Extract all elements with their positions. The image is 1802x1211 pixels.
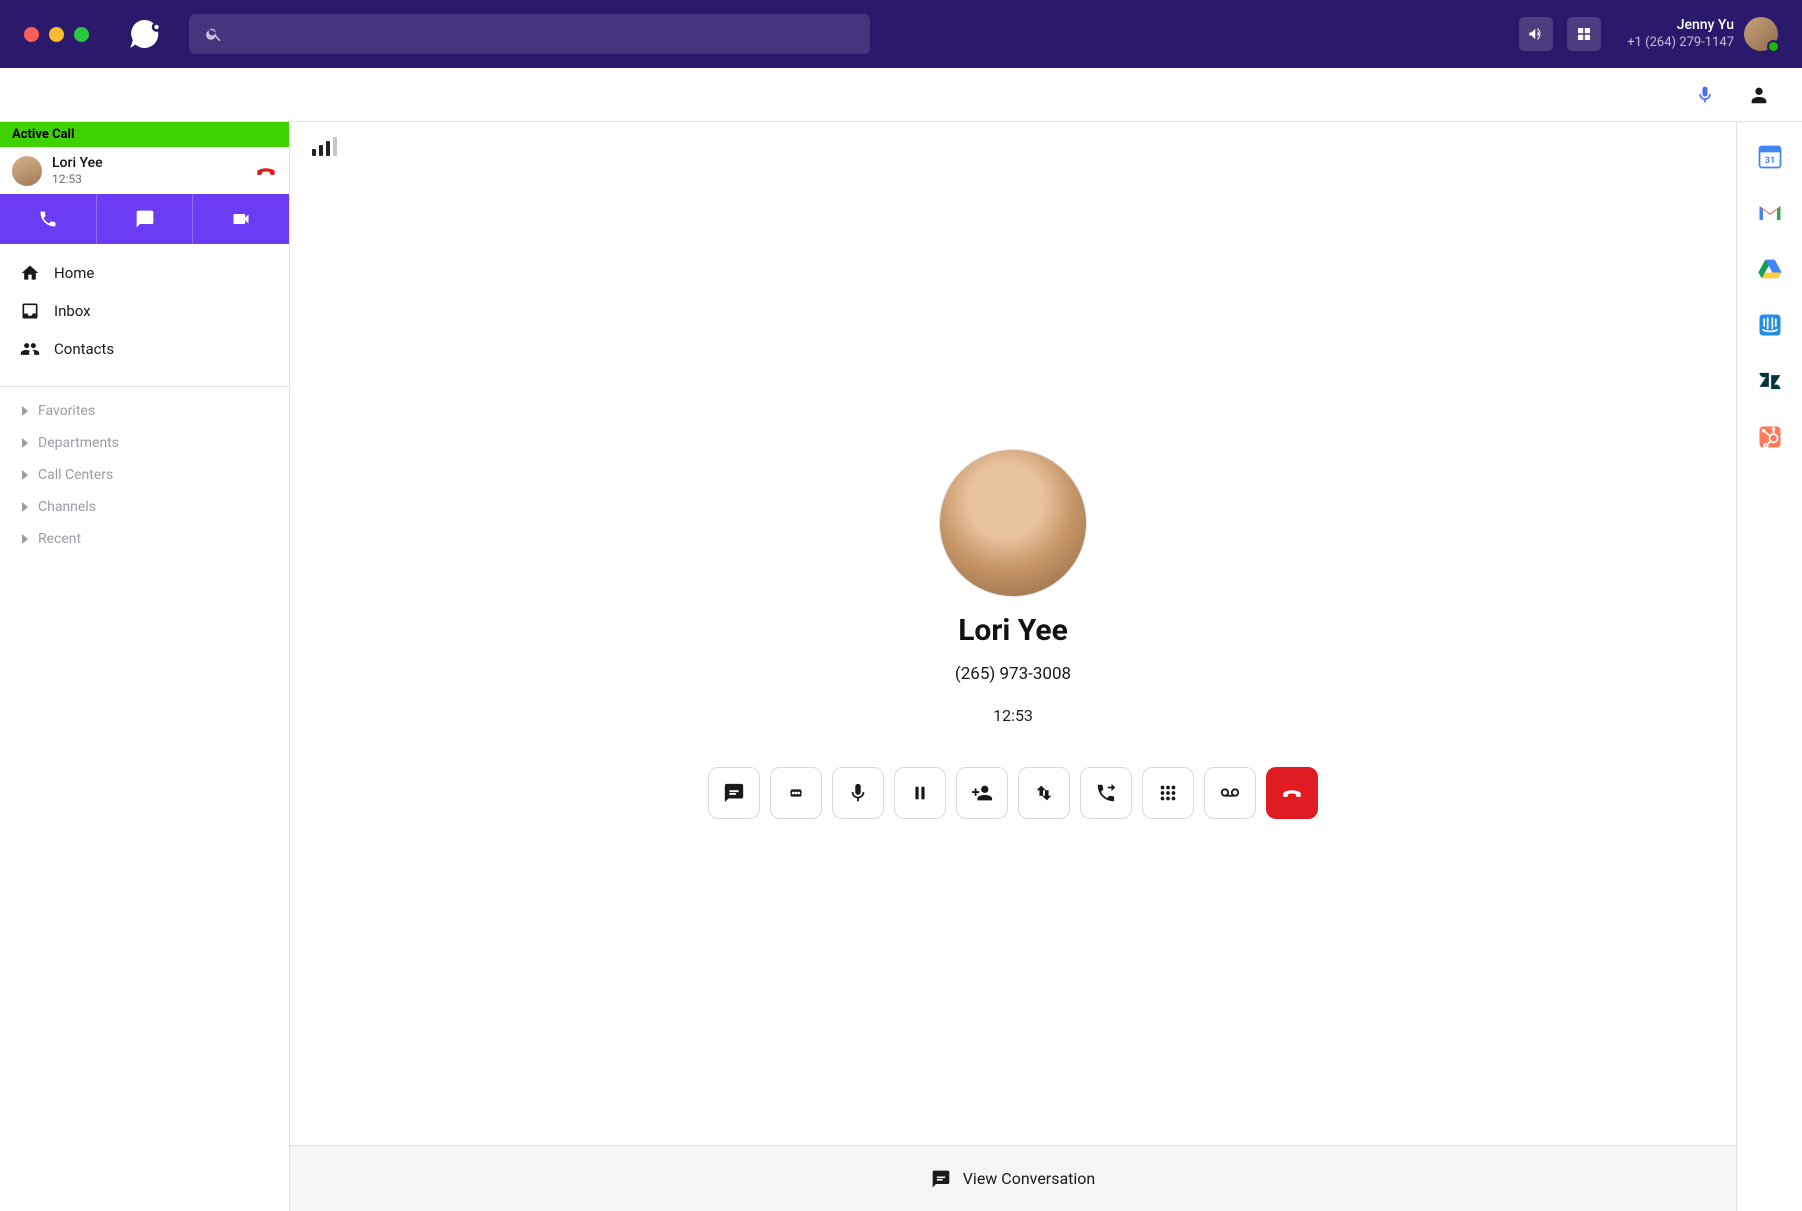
window-minimize[interactable]: [49, 27, 64, 42]
nav-home-label: Home: [54, 264, 94, 282]
transfer-icon: [1033, 782, 1055, 804]
nav-home[interactable]: Home: [0, 254, 289, 292]
voicemail-button[interactable]: [1204, 767, 1256, 819]
google-calendar-icon: 31: [1756, 143, 1784, 171]
mic-icon: [847, 782, 869, 804]
caret-right-icon: [22, 438, 28, 448]
integrations-rail: 31: [1736, 122, 1802, 1211]
google-drive-icon: [1756, 255, 1784, 283]
chat-icon: [931, 1169, 951, 1189]
titlebar: Jenny Yu +1 (264) 279-1147: [0, 0, 1802, 68]
nav-contacts-label: Contacts: [54, 340, 114, 358]
intercom-icon: [1756, 311, 1784, 339]
sidebar: Active Call Lori Yee 12:53 Home: [0, 122, 290, 1211]
person-add-icon: [971, 782, 993, 804]
nav-contacts[interactable]: Contacts: [0, 330, 289, 368]
record-icon: [785, 782, 807, 804]
integration-hubspot[interactable]: [1755, 422, 1785, 452]
svg-text:31: 31: [1764, 155, 1775, 166]
gmail-icon: [1756, 199, 1784, 227]
dialpad-button[interactable]: [1142, 767, 1194, 819]
apps-button[interactable]: [1567, 17, 1601, 51]
integration-gmail[interactable]: [1755, 198, 1785, 228]
search-input[interactable]: [233, 24, 854, 44]
integration-google-drive[interactable]: [1755, 254, 1785, 284]
section-call-centers[interactable]: Call Centers: [0, 459, 289, 491]
search-bar[interactable]: [189, 14, 870, 54]
hold-button[interactable]: [894, 767, 946, 819]
chat-button[interactable]: [708, 767, 760, 819]
caret-right-icon: [22, 534, 28, 544]
sidebar-action-row: [0, 194, 289, 244]
add-participant-button[interactable]: [956, 767, 1008, 819]
record-button[interactable]: [770, 767, 822, 819]
window-controls: [24, 27, 89, 42]
active-call-avatar: [12, 156, 42, 186]
secondary-bar: [0, 68, 1802, 122]
caret-right-icon: [22, 470, 28, 480]
active-call-name: Lori Yee: [52, 155, 245, 172]
presence-indicator: [1767, 40, 1780, 53]
message-icon: [135, 209, 155, 229]
phone-forward-icon: [1095, 782, 1117, 804]
header-right: Jenny Yu +1 (264) 279-1147: [1519, 17, 1778, 51]
end-call-button[interactable]: [1266, 767, 1318, 819]
call-duration: 12:53: [993, 706, 1033, 725]
caret-right-icon: [22, 502, 28, 512]
caller-phone: (265) 973-3008: [955, 664, 1071, 684]
nav-inbox[interactable]: Inbox: [0, 292, 289, 330]
call-panel: Lori Yee (265) 973-3008 12:53: [290, 122, 1736, 1211]
section-departments[interactable]: Departments: [0, 427, 289, 459]
home-icon: [20, 263, 40, 283]
video-icon: [231, 209, 251, 229]
zendesk-icon: [1756, 367, 1784, 395]
active-call-card[interactable]: Lori Yee 12:53: [0, 147, 289, 194]
app-window: Jenny Yu +1 (264) 279-1147 Active Call: [0, 0, 1802, 1211]
hubspot-icon: [1756, 423, 1784, 451]
section-channels[interactable]: Channels: [0, 491, 289, 523]
inbox-icon: [20, 301, 40, 321]
call-controls: [708, 767, 1318, 819]
integration-intercom[interactable]: [1755, 310, 1785, 340]
current-user-name: Jenny Yu: [1677, 17, 1734, 35]
park-call-button[interactable]: [1080, 767, 1132, 819]
signal-strength-icon: [312, 136, 337, 156]
view-conversation-bar[interactable]: View Conversation: [290, 1145, 1736, 1211]
sidebar-hangup-button[interactable]: [255, 160, 277, 182]
mute-button[interactable]: [832, 767, 884, 819]
integration-google-calendar[interactable]: 31: [1755, 142, 1785, 172]
pause-icon: [909, 782, 931, 804]
caller-name: Lori Yee: [958, 613, 1068, 648]
active-call-timer: 12:53: [52, 172, 245, 186]
current-user-phone: +1 (264) 279-1147: [1627, 35, 1734, 51]
app-logo: [125, 13, 167, 55]
contacts-icon: [20, 339, 40, 359]
new-message-button[interactable]: [96, 194, 193, 244]
current-user[interactable]: Jenny Yu +1 (264) 279-1147: [1627, 17, 1778, 51]
profile-button[interactable]: [1744, 80, 1774, 110]
phone-icon: [38, 209, 58, 229]
chat-icon: [723, 782, 745, 804]
announcements-button[interactable]: [1519, 17, 1553, 51]
search-icon: [205, 25, 223, 43]
caller-avatar: [939, 449, 1087, 597]
view-conversation-label: View Conversation: [963, 1169, 1096, 1188]
window-close[interactable]: [24, 27, 39, 42]
voice-assist-button[interactable]: [1690, 80, 1720, 110]
active-call-banner: Active Call: [0, 122, 289, 147]
dialpad-icon: [1157, 782, 1179, 804]
caret-right-icon: [22, 406, 28, 416]
voicemail-icon: [1219, 782, 1241, 804]
new-meeting-button[interactable]: [192, 194, 289, 244]
section-recent[interactable]: Recent: [0, 523, 289, 555]
nav-inbox-label: Inbox: [54, 302, 91, 320]
section-favorites[interactable]: Favorites: [0, 395, 289, 427]
transfer-button[interactable]: [1018, 767, 1070, 819]
window-maximize[interactable]: [74, 27, 89, 42]
new-call-button[interactable]: [0, 194, 96, 244]
hangup-icon: [1281, 782, 1303, 804]
integration-zendesk[interactable]: [1755, 366, 1785, 396]
